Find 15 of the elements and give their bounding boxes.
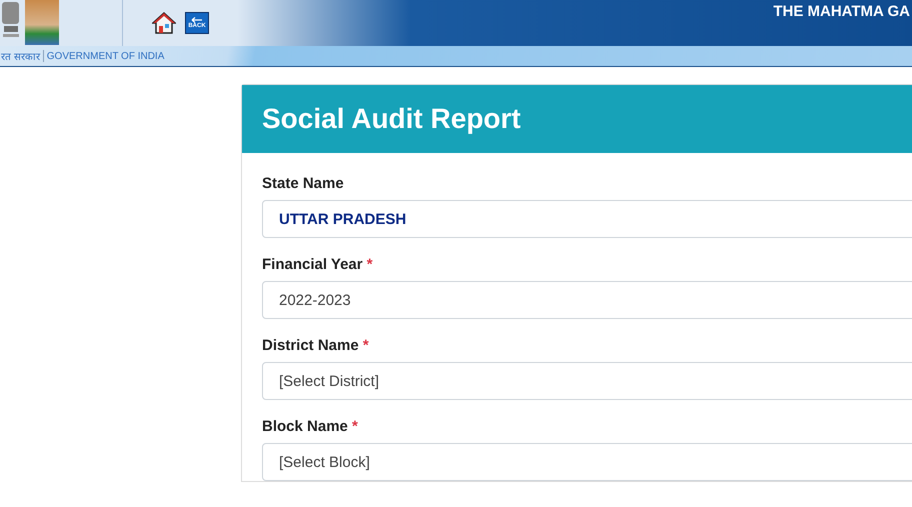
select-field[interactable]: [Select Block] [262,443,912,481]
select-field[interactable]: 2022-2023 [262,281,912,319]
field-label: District Name * [262,337,370,354]
government-label: GOVERNMENT OF INDIA [46,50,164,62]
photo-placeholder [25,0,59,45]
form-title: Social Audit Report [262,103,521,135]
field-label: State Name [262,175,345,192]
field-label: Financial Year * [262,256,374,273]
site-title: THE MAHATMA GA [773,3,910,22]
input-field[interactable]: UTTAR PRADESH [262,200,912,238]
home-icon[interactable] [152,11,176,35]
government-label: रत सरकार [1,51,40,63]
arrow-icon [191,17,203,23]
select-field[interactable]: [Select District] [262,362,912,400]
field-label: Block Name * [262,418,359,435]
